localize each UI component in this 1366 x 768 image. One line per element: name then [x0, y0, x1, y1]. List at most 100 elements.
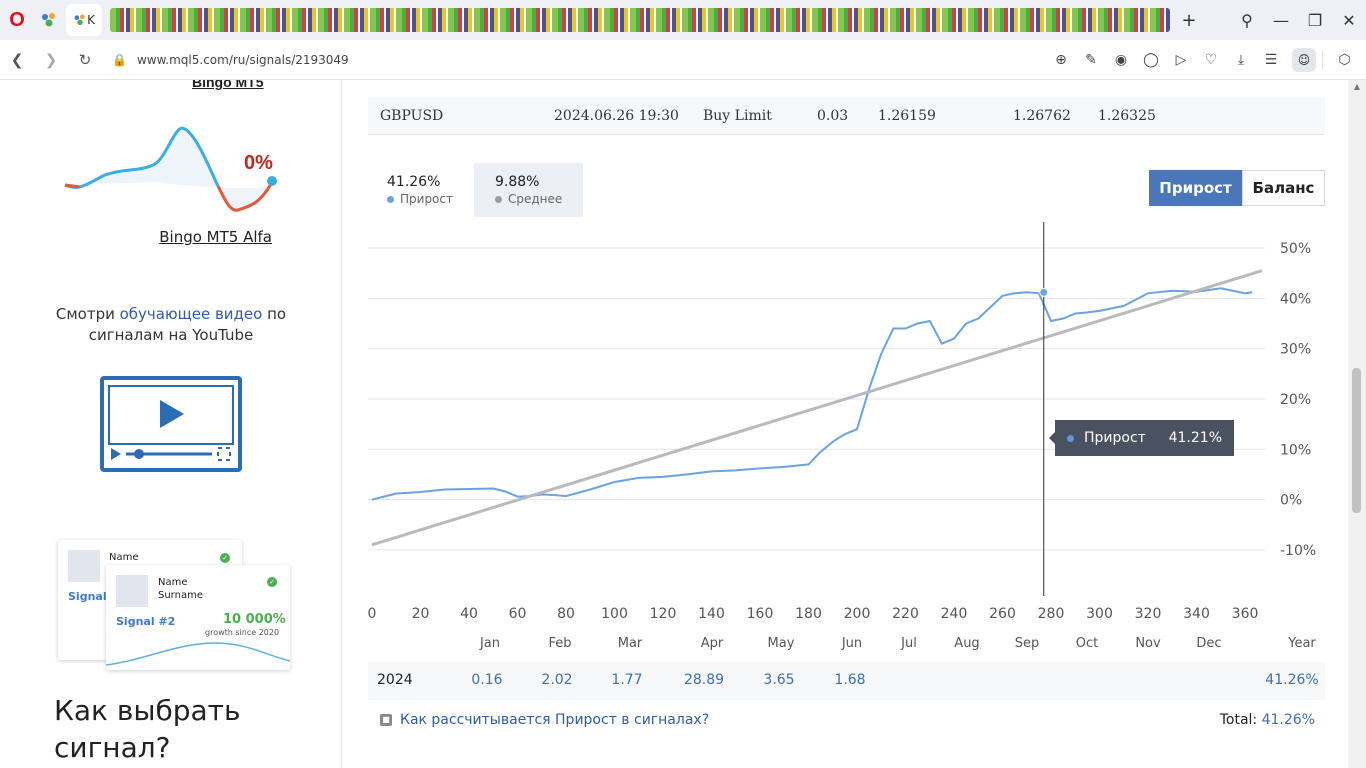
- order-row: GBPUSD 2024.06.26 19:30 Buy Limit 0.03 1…: [368, 97, 1325, 135]
- forward-button[interactable]: ❯: [34, 51, 68, 69]
- download-icon[interactable]: ⤓: [1226, 52, 1256, 68]
- month-label: Nov: [1135, 636, 1161, 651]
- signal-card-2: Name Surname ✓ Signal #2 10 000% growth …: [106, 565, 290, 670]
- scrollbar-thumb[interactable]: [1352, 368, 1361, 513]
- tooltip-label: Прирост: [1084, 430, 1146, 446]
- x-tick-label: 40: [460, 606, 478, 622]
- growth-line: [371, 287, 1253, 501]
- tab-icon-1[interactable]: [36, 4, 62, 36]
- month-label: Jul: [901, 636, 917, 651]
- signal-name-link[interactable]: Bingo MT5 Alfa: [0, 228, 342, 246]
- month-label: Jun: [841, 636, 863, 651]
- scrollbar[interactable]: ▲: [1348, 80, 1366, 768]
- page-content: Bingo MT5 0% Bingo MT5 Alfa Смотри обуча…: [0, 80, 1366, 768]
- toggle-growth-button[interactable]: Прирост: [1149, 170, 1242, 206]
- url-field[interactable]: 🔒 www.mql5.com/ru/signals/2193049: [112, 53, 1046, 67]
- total: Total: 41.26%: [1220, 712, 1315, 728]
- video-play-icon[interactable]: [100, 376, 242, 472]
- zoom-icon[interactable]: ⊕: [1046, 52, 1076, 68]
- shield-icon[interactable]: ◯: [1136, 52, 1166, 68]
- info-icon: ■: [380, 714, 392, 726]
- month-value: 0.16: [471, 672, 503, 688]
- month-label: May: [767, 636, 795, 651]
- url-text: www.mql5.com/ru/signals/2193049: [136, 52, 349, 67]
- x-tick-label: 300: [1086, 606, 1113, 622]
- new-tab-button[interactable]: +: [1176, 10, 1202, 31]
- stat-growth[interactable]: 41.26% Прирост: [375, 163, 467, 217]
- x-tick-label: 100: [601, 606, 628, 622]
- order-symbol: GBPUSD: [380, 108, 444, 124]
- x-tick-label: 220: [892, 606, 919, 622]
- y-tick-label: -10%: [1280, 543, 1316, 559]
- promo-text-1: Смотри: [55, 305, 120, 323]
- y-tick-label: 40%: [1280, 291, 1311, 307]
- stat-average-value: 9.88%: [495, 174, 540, 190]
- stat-growth-value: 41.26%: [387, 174, 441, 190]
- camera-icon[interactable]: ◉: [1106, 52, 1136, 68]
- x-tick-label: 280: [1038, 606, 1065, 622]
- scroll-up-icon[interactable]: ▲: [1348, 82, 1366, 91]
- stat-average[interactable]: 9.88% Среднее: [474, 163, 583, 217]
- card-name: Name: [158, 577, 188, 588]
- minimize-button[interactable]: —: [1264, 11, 1298, 30]
- order-sl: 1.26762: [1013, 108, 1071, 124]
- card-growth: 10 000%: [223, 612, 286, 627]
- how-to-choose-heading: Как выбрать сигнал?: [54, 694, 241, 764]
- toggle-balance-button[interactable]: Баланс: [1242, 170, 1325, 206]
- month-label: Apr: [700, 636, 724, 651]
- opera-logo[interactable]: O: [0, 0, 34, 40]
- avatar: [116, 575, 148, 607]
- x-tick-label: 260: [989, 606, 1016, 622]
- tab-active-label: K: [87, 13, 95, 27]
- promo-video-link[interactable]: обучающее видео: [120, 305, 263, 323]
- stat-growth-label: Прирост: [400, 192, 453, 206]
- tab-strip[interactable]: [110, 8, 1170, 32]
- heart-icon[interactable]: ♡: [1196, 52, 1226, 68]
- card-name: Name: [109, 552, 139, 563]
- menu-icon[interactable]: ☰: [1256, 52, 1286, 68]
- month-label: Mar: [617, 636, 643, 651]
- month-label: Jan: [479, 636, 501, 651]
- year-total-value: 41.26%: [1265, 672, 1319, 688]
- order-tp: 1.26325: [1098, 108, 1156, 124]
- crosshair-point: [1039, 287, 1049, 297]
- edit-icon[interactable]: ✎: [1076, 52, 1106, 68]
- growth-legend-dot: [387, 195, 394, 203]
- signal-link-top[interactable]: Bingo MT5: [192, 80, 264, 90]
- sidebar: Bingo MT5 0% Bingo MT5 Alfa Смотри обуча…: [0, 80, 342, 768]
- tooltip-value: 41.21%: [1168, 430, 1222, 446]
- avatar: [68, 550, 100, 582]
- promo-text: Смотри обучающее видео по сигналам на Yo…: [30, 304, 312, 346]
- month-label: Feb: [548, 636, 572, 651]
- x-tick-label: 180: [795, 606, 822, 622]
- card-surname: Surname: [158, 590, 203, 601]
- average-line: [371, 269, 1263, 547]
- order-volume: 0.03: [817, 108, 849, 124]
- x-tick-label: 340: [1183, 606, 1210, 622]
- y-tick-label: 10%: [1280, 442, 1311, 458]
- year-row: 2024 0.16 2.02 1.77 28.89 3.65 1.68 41.26%: [368, 662, 1325, 700]
- signal-cards-illustration: Name ✓ Signal # Name Surname ✓ Signal #2…: [56, 540, 296, 670]
- average-legend-dot: [495, 195, 502, 203]
- chart-tooltip: Прирост 41.21%: [1049, 420, 1234, 456]
- restore-button[interactable]: ❐: [1298, 11, 1332, 30]
- tab-active[interactable]: K: [66, 4, 102, 36]
- x-tick-label: 0: [368, 606, 377, 622]
- growth-help-link[interactable]: Как рассчитывается Прирост в сигналах?: [400, 712, 709, 728]
- x-tick-label: 320: [1135, 606, 1162, 622]
- month-value: 3.65: [763, 672, 795, 688]
- y-tick-label: 0%: [1280, 493, 1302, 509]
- x-tick-label: 200: [844, 606, 871, 622]
- close-window-button[interactable]: ✕: [1332, 11, 1366, 30]
- order-time: 2024.06.26 19:30: [554, 108, 679, 124]
- profile-icon[interactable]: ☺: [1292, 47, 1316, 72]
- month-label: Aug: [954, 636, 980, 651]
- reload-button[interactable]: ↻: [68, 51, 102, 69]
- card-growth-curve: [106, 642, 290, 666]
- search-tabs-icon[interactable]: ⚲: [1230, 11, 1264, 30]
- back-button[interactable]: ❮: [0, 51, 34, 69]
- send-icon[interactable]: ▷: [1166, 52, 1196, 68]
- check-icon: ✓: [267, 577, 277, 587]
- month-value: 1.77: [611, 672, 643, 688]
- extensions-icon[interactable]: ⬡: [1322, 51, 1366, 68]
